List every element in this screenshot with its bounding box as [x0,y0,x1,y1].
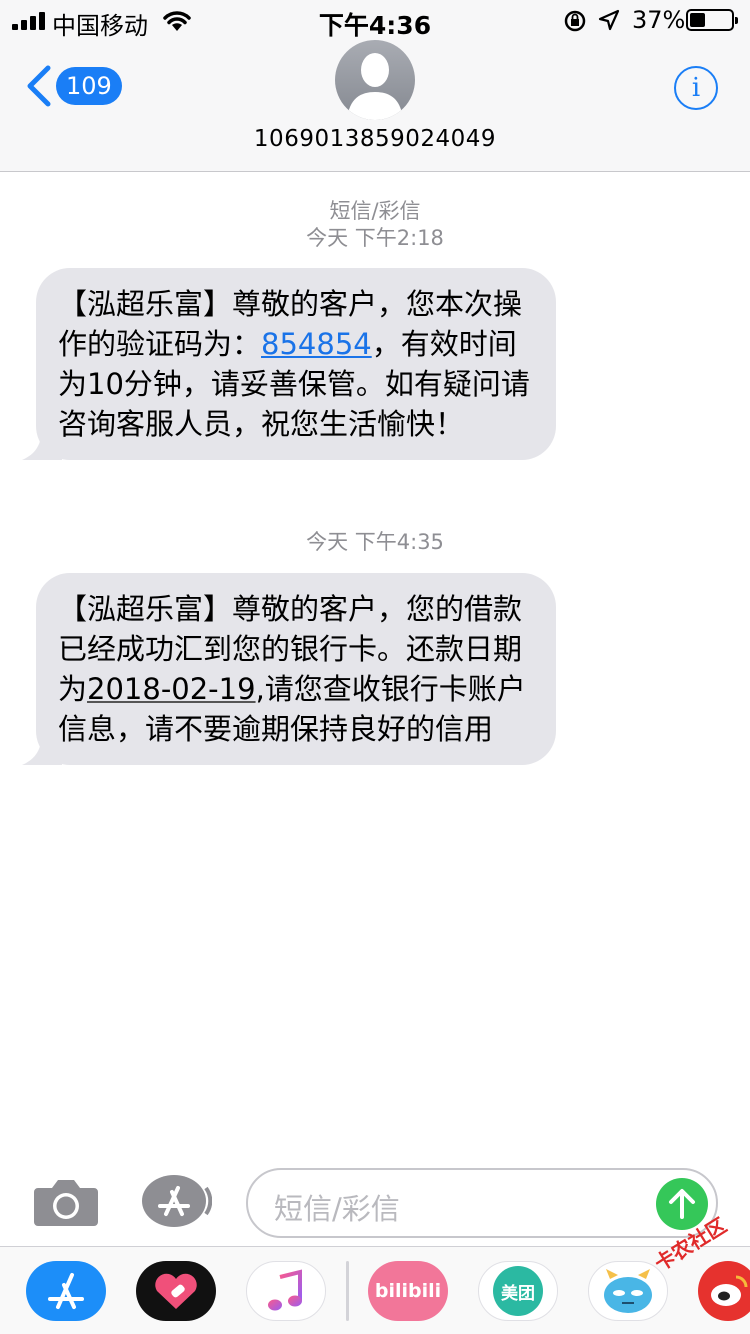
status-bar: 中国移动 下午4:36 37% [0,0,750,40]
message-bubble[interactable]: 【泓超乐富】尊敬的客户，您的借款已经成功汇到您的银行卡。还款日期为2018-02… [22,573,556,765]
message-timestamp: 今天 下午4:35 [306,530,444,554]
location-arrow-icon [598,9,620,31]
bubble-tail [22,731,62,765]
battery-percent: 37% [632,6,686,34]
person-silhouette-icon [347,53,403,120]
rotation-lock-icon [564,10,586,32]
app-store-icon[interactable] [140,1174,212,1228]
message-timestamp: 今天 下午2:18 [306,226,444,250]
message-input[interactable]: 短信/彩信 [246,1168,718,1238]
bilibili-label: bilibili [374,1280,442,1302]
repayment-date-link[interactable]: 2018-02-19 [87,672,256,706]
battery-icon [686,9,738,31]
app-drawer: bilibili 美团 [0,1246,750,1334]
app-store-app[interactable] [26,1261,106,1321]
monster-sticker-app[interactable] [588,1261,668,1321]
bilibili-app[interactable]: bilibili [368,1261,448,1321]
app-store-icon [48,1273,84,1309]
info-button[interactable]: i [674,66,718,110]
music-app[interactable] [246,1261,326,1321]
meituan-app[interactable]: 美团 [478,1261,558,1321]
weibo-icon [711,1275,748,1306]
drawer-separator [346,1261,349,1321]
meituan-label: 美团 [501,1283,535,1304]
message-input-placeholder: 短信/彩信 [274,1192,400,1226]
verification-code-link[interactable]: 854854 [261,327,372,361]
back-button[interactable]: 109 [22,64,122,108]
chevron-left-icon [27,65,51,107]
contact-number[interactable]: 1069013859024049 [0,126,750,152]
heart-app[interactable] [136,1261,216,1321]
monster-icon [604,1269,652,1313]
message-service-label: 短信/彩信 [329,199,421,223]
weibo-app[interactable] [698,1261,750,1321]
message-bubble[interactable]: 【泓超乐富】尊敬的客户，您本次操作的验证码为：854854，有效时间为10分钟，… [22,268,556,460]
camera-icon[interactable] [34,1176,98,1226]
meituan-badge: 美团 [493,1266,543,1316]
unread-count-badge: 109 [56,67,122,105]
bubble-tail [22,426,62,460]
arrow-up-icon [669,1189,695,1219]
contact-avatar[interactable] [335,40,415,120]
music-note-icon [268,1269,302,1311]
heart-icon [155,1273,197,1309]
